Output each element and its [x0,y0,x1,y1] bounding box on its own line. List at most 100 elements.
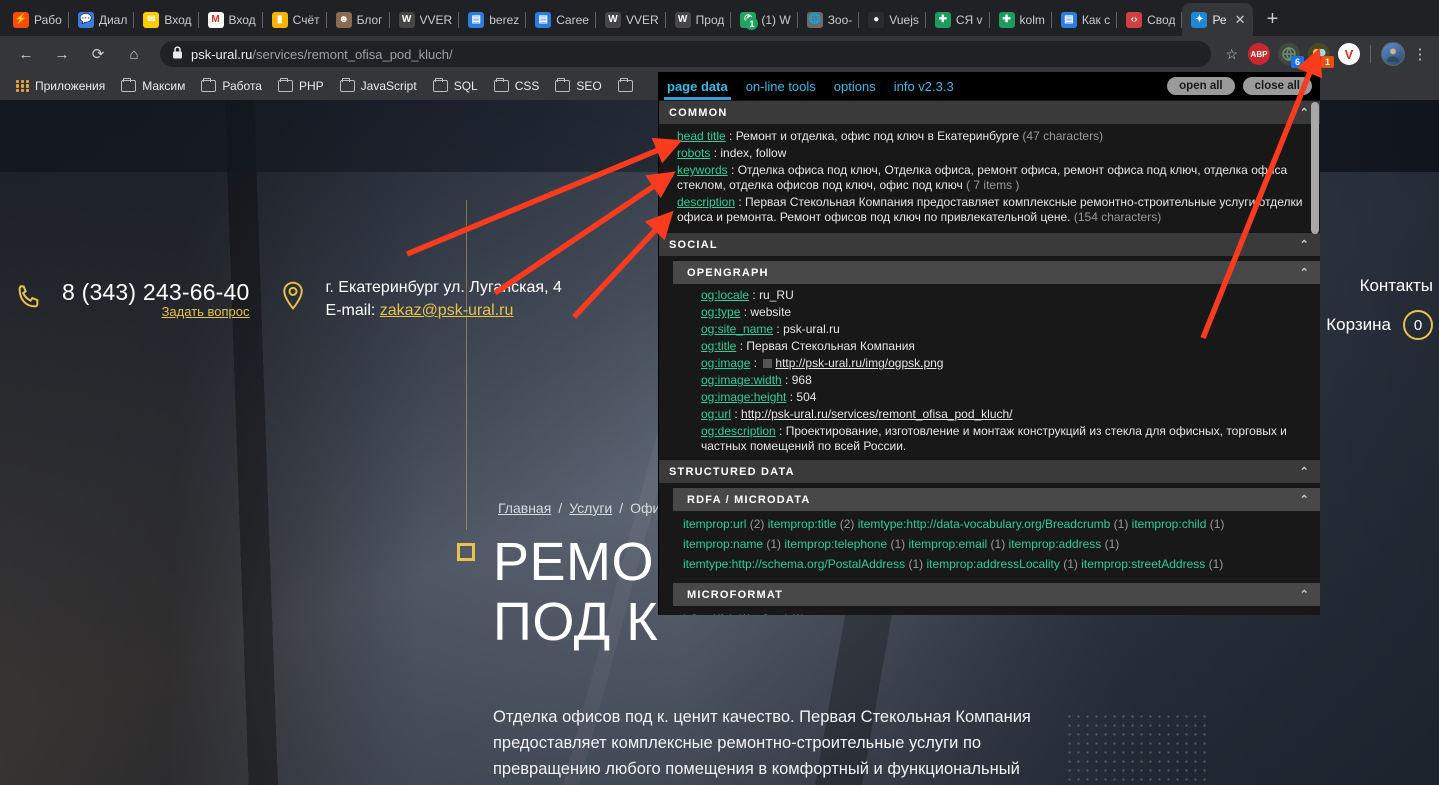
section-header-social[interactable]: SOCIAL ⌃ [659,232,1320,256]
meta-key[interactable]: robots [677,146,710,160]
og-key[interactable]: og:description [701,424,776,438]
email-link[interactable]: zakaz@psk-ural.ru [380,302,514,319]
browser-tab[interactable]: W Прод [666,3,732,36]
browser-menu-button[interactable]: ⋮ [1409,45,1431,63]
adblock-plus-icon[interactable]: ABP [1248,43,1270,65]
cart-widget[interactable]: Корзина 0 [1326,310,1433,340]
section-header-structured-data[interactable]: STRUCTURED DATA ⌃ [659,459,1320,483]
structured-tag[interactable]: itemtype:http://data-vocabulary.org/Brea… [858,517,1111,531]
folder-icon [339,77,355,92]
og-key[interactable]: og:type [701,305,740,319]
browser-tab[interactable]: ✉ Вход [134,3,199,36]
browser-tab[interactable]: W VVER [596,3,666,36]
seo-meta-icon[interactable]: 1 [1308,43,1334,68]
structured-tag[interactable]: itemprop:name [683,537,763,551]
bookmark-item[interactable]: Максим [113,75,193,97]
browser-tab[interactable]: ‹› Свод [1117,3,1183,36]
forward-button[interactable]: → [48,40,76,68]
profile-avatar[interactable] [1381,42,1405,66]
meta-key[interactable]: head title [677,129,726,143]
bookmark-item[interactable]: CSS [486,75,548,97]
structured-tag[interactable]: itemprop:streetAddress [1081,557,1205,571]
subsection-header-rdfa[interactable]: RDFA / MICRODATA ⌃ [673,487,1320,511]
browser-tab[interactable]: ✦ Ре ✕ [1182,3,1253,36]
chevron-up-icon[interactable]: ⌃ [1300,465,1310,478]
meta-key[interactable]: keywords [677,163,728,177]
browser-tab[interactable]: ⚡ Рабо [4,3,69,36]
bookmark-item[interactable]: JavaScript [332,75,425,97]
bookmark-item[interactable]: PHP [270,75,332,97]
og-value[interactable]: http://psk-ural.ru/img/ogpsk.png [775,356,943,370]
new-tab-button[interactable]: + [1259,5,1287,33]
panel-scrollbar-thumb[interactable] [1311,102,1319,234]
chevron-up-icon[interactable]: ⌃ [1300,493,1310,506]
structured-tag[interactable]: itemprop:email [908,537,987,551]
structured-tag[interactable]: itemprop:address [1009,537,1102,551]
seo-tab-options[interactable]: options [834,72,876,100]
og-key[interactable]: og:image:height [701,390,786,404]
rds-bar-icon[interactable]: 6 [1278,43,1304,68]
structured-tag[interactable]: vCard [755,612,787,615]
og-key[interactable]: og:site_name [701,322,773,336]
og-key[interactable]: og:url [701,407,731,421]
tab-close-button[interactable]: ✕ [1235,13,1246,26]
bookmark-item[interactable]: Приложения [8,75,113,97]
seo-tab-on-line-tools[interactable]: on-line tools [746,72,816,100]
browser-tab[interactable]: ✚ СЯ v [926,3,990,36]
cart-count-badge: 0 [1403,310,1433,340]
structured-tag[interactable]: itemprop:child [1132,517,1207,531]
structured-tag[interactable]: itemprop:addressLocality [926,557,1059,571]
home-button[interactable]: ⌂ [120,40,148,68]
bookmark-item[interactable]: Работа [193,75,270,97]
subsection-header-microformat[interactable]: MICROFORMAT ⌃ [673,582,1320,606]
browser-tab[interactable]: ▤ Caree [526,3,596,36]
chevron-up-icon[interactable]: ⌃ [1300,106,1310,119]
structured-tag[interactable]: itemtype:http://schema.org/PostalAddress [683,557,905,571]
og-key[interactable]: og:locale [701,288,749,302]
reload-button[interactable]: ⟳ [84,40,112,68]
omnibox-host: psk-ural.ru [191,46,253,62]
bookmark-item[interactable]: SEO [547,75,609,97]
breadcrumb-services[interactable]: Услуги [569,500,612,516]
ask-question-link[interactable]: Задать вопрос [62,304,250,319]
breadcrumb-home[interactable]: Главная [498,500,551,516]
meta-key[interactable]: description [677,195,735,209]
vivaldi-icon[interactable]: V [1338,43,1360,65]
og-key[interactable]: og:title [701,339,736,353]
open-all-button[interactable]: open all [1167,77,1235,95]
back-button[interactable]: ← [12,40,40,68]
bookmark-item[interactable]: SQL [425,75,486,97]
structured-tag[interactable]: itemprop:telephone [784,537,887,551]
tab-label: Рабо [34,12,62,27]
browser-tab[interactable]: ▮ Счёт [263,3,327,36]
browser-tab[interactable]: ● Vuejs [859,3,926,36]
bookmark-item[interactable] [610,75,647,97]
og-key[interactable]: og:image [701,356,750,370]
section-header-common[interactable]: COMMON ⌃ [659,100,1320,124]
address-bar[interactable]: psk-ural.ru/services/remont_ofisa_pod_kl… [160,41,1212,67]
chevron-up-icon[interactable]: ⌃ [1300,238,1310,251]
chevron-up-icon[interactable]: ⌃ [1300,266,1310,279]
site-nav-right: Контакты Корзина 0 [1326,276,1439,340]
structured-tag[interactable]: itemprop:url [683,517,746,531]
browser-tab[interactable]: ✆1(1) W [731,3,798,36]
browser-tab[interactable]: 💬 Диал [69,3,135,36]
browser-tab[interactable]: 🌐 Зоо- [798,3,860,36]
browser-tab[interactable]: M Вход [199,3,263,36]
structured-tag[interactable]: itemprop:title [768,517,837,531]
browser-tab[interactable]: ▤ berez [459,3,527,36]
phone-number[interactable]: 8 (343) 243-66-40 [62,279,250,305]
bookmark-star-icon[interactable]: ☆ [1225,46,1238,63]
chevron-up-icon[interactable]: ⌃ [1300,588,1310,601]
structured-tag[interactable]: hCard(fn) [683,612,734,615]
seo-tab-page-data[interactable]: page data [664,72,731,100]
browser-tab[interactable]: ✚ kolm [990,3,1052,36]
subsection-header-opengraph[interactable]: OPENGRAPH ⌃ [673,260,1320,284]
browser-tab[interactable]: ▤ Как с [1052,3,1118,36]
browser-tab[interactable]: ☻ Блог [327,3,390,36]
og-key[interactable]: og:image:width [701,373,782,387]
nav-contacts-link[interactable]: Контакты [1326,276,1433,296]
browser-tab[interactable]: W VVER [390,3,460,36]
seo-tab-info-v2-3-3[interactable]: info v2.3.3 [894,72,954,100]
close-all-button[interactable]: close all [1242,77,1312,95]
